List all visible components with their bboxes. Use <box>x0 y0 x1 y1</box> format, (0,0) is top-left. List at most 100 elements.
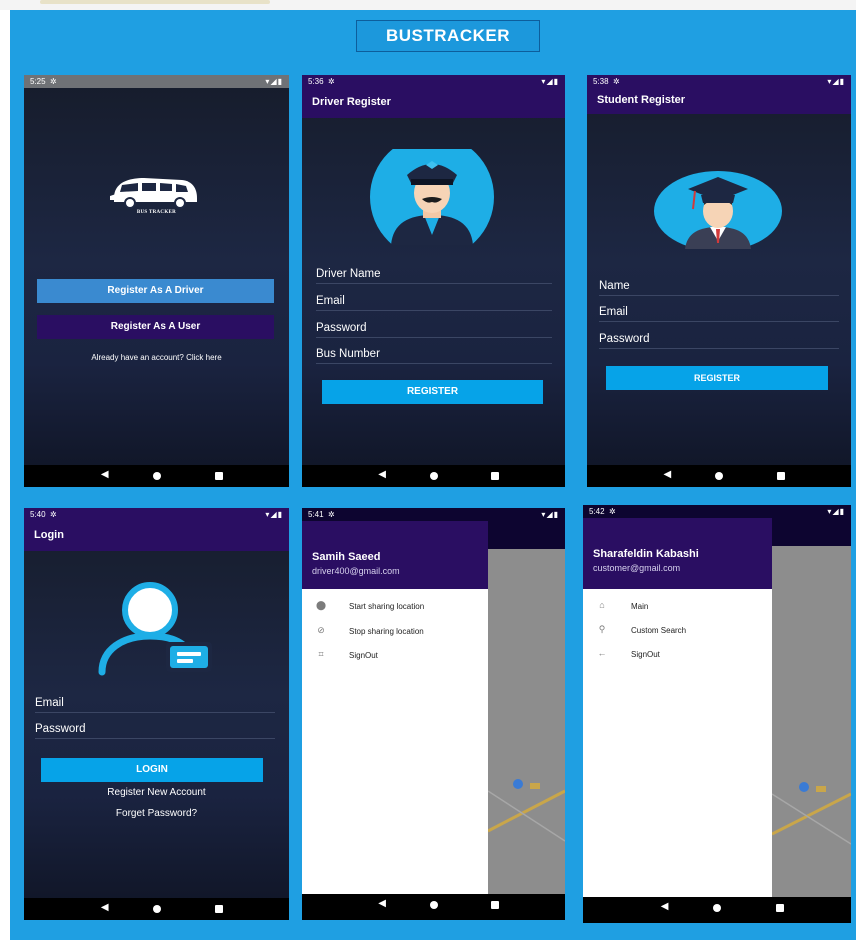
app-bar-title: Student Register <box>587 88 851 114</box>
location-off-icon: ⊘ <box>317 625 325 635</box>
recents-icon[interactable] <box>214 472 223 480</box>
nav-bar: ◀ <box>302 894 565 920</box>
status-bar: 5:36 ✲ ▾◢▮ <box>302 75 565 88</box>
drawer-user-email: driver400@gmail.com <box>312 566 400 576</box>
settings-icon: ✲ <box>50 77 57 86</box>
login-button[interactable]: LOGIN <box>41 758 263 782</box>
back-icon[interactable]: ◀ <box>378 898 386 909</box>
map-background[interactable] <box>772 518 851 897</box>
settings-icon: ✲ <box>613 77 620 86</box>
screen-splash: 5:25 ✲ ▾◢▮ BUS TRACKER Register As A Dri… <box>24 75 289 487</box>
student-avatar-icon <box>654 171 782 249</box>
home-nav-icon[interactable] <box>152 905 161 913</box>
status-bar: 5:38 ✲ ▾◢▮ <box>587 75 851 88</box>
register-user-button[interactable]: Register As A User <box>37 315 274 339</box>
recents-icon[interactable] <box>214 905 223 913</box>
back-icon[interactable]: ◀ <box>101 469 109 480</box>
menu-item-main[interactable]: ⌂ Main <box>583 600 772 616</box>
home-nav-icon[interactable] <box>152 472 161 480</box>
user-account-icon <box>98 582 212 676</box>
status-time: 5:38 <box>593 77 609 86</box>
back-icon[interactable]: ◀ <box>101 902 109 913</box>
nav-bar: ◀ <box>583 897 851 923</box>
menu-item-stop-sharing[interactable]: ⊘ Stop sharing location <box>302 625 488 641</box>
register-button[interactable]: REGISTER <box>322 380 543 404</box>
logo-text: BUS TRACKER <box>136 210 177 215</box>
forgot-password-link[interactable]: Forget Password? <box>24 808 289 819</box>
nav-bar: ◀ <box>24 465 289 487</box>
nav-bar: ◀ <box>587 465 851 487</box>
login-link[interactable]: Already have an account? Click here <box>24 353 289 362</box>
screen-driver-menu: 5:41 ✲ ▾◢▮ Samih Saeed driver400@gmail.c… <box>302 508 565 920</box>
recents-icon[interactable] <box>491 901 500 909</box>
driver-avatar-icon <box>370 149 494 245</box>
menu-item-custom-search[interactable]: ⚲ Custom Search <box>583 624 772 640</box>
screen-user-menu: 5:42 ✲ ▾◢▮ Sharafeldin Kabashi customer@… <box>583 505 851 923</box>
home-nav-icon[interactable] <box>715 472 723 480</box>
map-roads <box>772 782 851 845</box>
status-time: 5:42 <box>589 507 605 516</box>
menu-item-start-sharing[interactable]: ⬤ Start sharing location <box>302 600 488 616</box>
signal-battery-icon: ▾◢▮ <box>541 77 559 86</box>
screen-student-register: 5:38 ✲ ▾◢▮ Student Register Name Email P… <box>587 75 851 487</box>
bus-number-field[interactable]: Bus Number <box>316 348 552 364</box>
home-nav-icon[interactable] <box>429 901 438 909</box>
map-background[interactable] <box>488 521 565 894</box>
navigation-drawer: Samih Saeed driver400@gmail.com ⬤ Start … <box>302 521 488 894</box>
bus-logo-icon <box>110 178 197 209</box>
home-nav-icon[interactable] <box>429 472 438 480</box>
settings-icon: ✲ <box>328 510 335 519</box>
home-icon: ⌂ <box>599 600 605 610</box>
status-bar: 5:42 ✲ ▾◢▮ <box>583 505 851 518</box>
status-time: 5:41 <box>308 510 324 519</box>
register-button[interactable]: REGISTER <box>606 366 828 390</box>
navigation-drawer: Sharafeldin Kabashi customer@gmail.com ⌂… <box>583 518 772 897</box>
status-time: 5:36 <box>308 77 324 86</box>
signal-battery-icon: ▾◢▮ <box>265 77 283 86</box>
settings-icon: ✲ <box>609 507 616 516</box>
page-title: BUSTRACKER <box>356 20 540 52</box>
drawer-user-email: customer@gmail.com <box>593 563 681 573</box>
screen-driver-register: 5:36 ✲ ▾◢▮ Driver Register Driver Name E… <box>302 75 565 487</box>
name-field[interactable]: Name <box>599 280 839 296</box>
map-roads <box>488 779 565 842</box>
email-field[interactable]: Email <box>599 306 839 322</box>
status-bar: 5:41 ✲ ▾◢▮ <box>302 508 565 521</box>
menu-item-signout[interactable]: ⌗ SignOut <box>302 649 488 665</box>
drawer-header: Samih Saeed driver400@gmail.com <box>302 521 488 589</box>
status-bar: 5:40 ✲ ▾◢▮ <box>24 508 289 521</box>
menu-item-signout[interactable]: ← SignOut <box>583 648 772 664</box>
settings-icon: ✲ <box>328 77 335 86</box>
home-nav-icon[interactable] <box>713 904 721 912</box>
crop-icon: ⌗ <box>318 649 324 659</box>
signal-battery-icon: ▾◢▮ <box>827 507 845 516</box>
recents-icon[interactable] <box>775 904 784 912</box>
status-time: 5:25 <box>30 77 46 86</box>
drawer-user-name: Samih Saeed <box>312 551 381 563</box>
back-icon[interactable]: ◀ <box>664 469 672 480</box>
drawer-user-name: Sharafeldin Kabashi <box>593 548 699 560</box>
location-pin-icon: ⬤ <box>315 600 327 610</box>
password-field[interactable]: Password <box>35 723 275 739</box>
signal-battery-icon: ▾◢▮ <box>265 510 283 519</box>
nav-bar: ◀ <box>24 898 289 920</box>
back-icon[interactable]: ◀ <box>378 469 386 480</box>
recents-icon[interactable] <box>777 472 786 480</box>
search-icon: ⚲ <box>598 624 606 634</box>
drawer-header: Sharafeldin Kabashi customer@gmail.com <box>583 518 772 589</box>
email-field[interactable]: Email <box>35 697 275 713</box>
signal-battery-icon: ▾◢▮ <box>827 77 845 86</box>
password-field[interactable]: Password <box>599 333 839 349</box>
register-account-link[interactable]: Register New Account <box>24 787 289 798</box>
app-bar-title: Login <box>24 521 289 551</box>
screen-login: 5:40 ✲ ▾◢▮ Login Email Password LOGIN Re… <box>24 508 289 920</box>
back-icon[interactable]: ◀ <box>661 901 669 912</box>
settings-icon: ✲ <box>50 510 57 519</box>
register-driver-button[interactable]: Register As A Driver <box>37 279 274 303</box>
app-bar-title: Driver Register <box>302 88 565 118</box>
email-field[interactable]: Email <box>316 295 552 311</box>
password-field[interactable]: Password <box>316 322 552 338</box>
driver-name-field[interactable]: Driver Name <box>316 268 552 284</box>
recents-icon[interactable] <box>491 472 500 480</box>
browser-strip <box>0 0 856 10</box>
